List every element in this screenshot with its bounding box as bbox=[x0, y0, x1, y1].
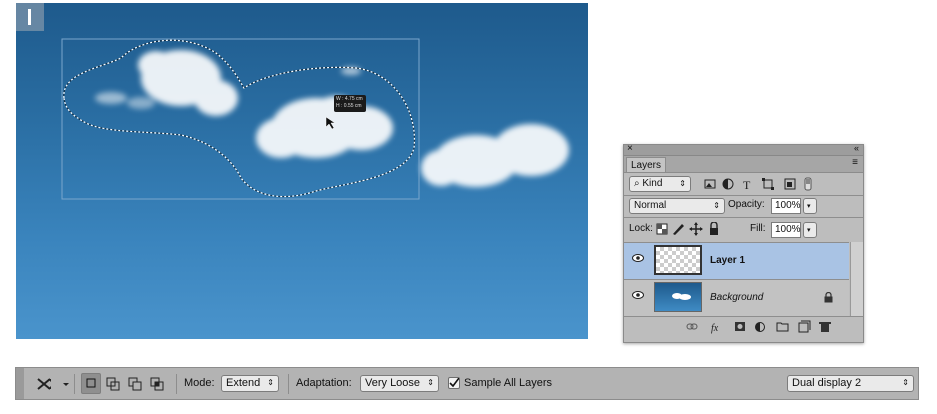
filter-kind-label: Kind bbox=[642, 178, 663, 189]
separator bbox=[176, 374, 177, 394]
subtract-from-selection-icon[interactable] bbox=[128, 377, 142, 391]
blend-mode-select[interactable]: Normal ⇕ bbox=[629, 198, 725, 214]
sky-photo bbox=[61, 38, 569, 200]
layer-row-background[interactable]: Background bbox=[624, 279, 849, 316]
separator bbox=[288, 374, 289, 394]
trash-icon[interactable] bbox=[819, 322, 831, 332]
chevron-down-icon: ▾ bbox=[807, 203, 811, 210]
checkmark-icon bbox=[449, 378, 459, 388]
adaptation-select[interactable]: Very Loose ⇕ bbox=[360, 375, 439, 392]
sample-all-layers-checkbox[interactable] bbox=[448, 377, 460, 389]
content-aware-move-tool-icon[interactable] bbox=[36, 376, 72, 392]
layer-thumbnail-transparent bbox=[654, 245, 702, 275]
mode-value: Extend bbox=[226, 377, 261, 389]
visibility-eye-icon[interactable] bbox=[628, 254, 648, 265]
layers-panel: × « Layers ≡ ⌕ Kind ⇕ T Normal ⇕ Opacity… bbox=[623, 143, 864, 343]
new-layer-icon[interactable] bbox=[798, 320, 811, 333]
link-layers-icon[interactable] bbox=[686, 323, 698, 330]
filter-kind-select[interactable]: ⌕ Kind ⇕ bbox=[629, 176, 691, 192]
visibility-eye-icon[interactable] bbox=[628, 291, 648, 302]
tool-options-bar: Mode: Extend ⇕ Adaptation: Very Loose ⇕ … bbox=[15, 367, 919, 400]
new-selection-button[interactable] bbox=[81, 373, 101, 394]
lock-all-icon[interactable] bbox=[710, 222, 718, 235]
readout-height: H : 0.55 cm bbox=[336, 103, 362, 109]
layer-thumbnail-sky bbox=[654, 282, 702, 312]
add-mask-icon[interactable] bbox=[735, 322, 745, 331]
opacity-slider-toggle[interactable]: ▾ bbox=[803, 198, 817, 214]
mode-label: Mode: bbox=[184, 377, 215, 389]
shape-filter-icon[interactable] bbox=[762, 178, 774, 190]
divider bbox=[624, 316, 863, 317]
opacity-label: Opacity: bbox=[728, 199, 765, 210]
size-readout-tooltip: W : 4.75 cm H : 0.55 cm bbox=[334, 95, 366, 112]
select-arrow-icon: ⇕ bbox=[267, 378, 274, 387]
divider bbox=[624, 195, 863, 196]
adjustment-filter-icon[interactable] bbox=[722, 178, 734, 190]
svg-text:fx: fx bbox=[711, 323, 719, 334]
select-arrow-icon: ⇕ bbox=[427, 378, 434, 387]
svg-text:T: T bbox=[743, 178, 751, 192]
fill-slider-toggle[interactable]: ▾ bbox=[803, 222, 817, 238]
readout-width: W : 4.75 cm bbox=[336, 96, 363, 102]
divider bbox=[624, 217, 863, 218]
panel-footer-icons: fx bbox=[686, 320, 831, 334]
collapse-icon[interactable]: « bbox=[854, 143, 859, 153]
smart-object-filter-icon[interactable] bbox=[784, 178, 796, 190]
fx-icon[interactable]: fx bbox=[711, 323, 719, 334]
lock-icon bbox=[824, 292, 833, 303]
type-filter-icon[interactable]: T bbox=[743, 178, 751, 192]
new-group-icon[interactable] bbox=[776, 322, 789, 332]
adaptation-label: Adaptation: bbox=[296, 377, 352, 389]
opacity-field[interactable]: 100% bbox=[771, 198, 801, 214]
workspace-select[interactable]: Dual display 2 ⇕ bbox=[787, 375, 914, 392]
selection-mode-buttons bbox=[106, 377, 164, 391]
layer-row-layer-1[interactable]: Layer 1 bbox=[624, 242, 849, 279]
mode-select[interactable]: Extend ⇕ bbox=[221, 375, 279, 392]
adjustment-layer-icon[interactable] bbox=[755, 322, 765, 332]
lock-position-icon[interactable] bbox=[689, 222, 703, 236]
add-to-selection-icon[interactable] bbox=[106, 377, 120, 391]
image-canvas[interactable]: W : 4.75 cm H : 0.55 cm bbox=[16, 3, 588, 339]
lock-icons bbox=[656, 222, 718, 236]
select-arrow-icon: ⇕ bbox=[902, 378, 909, 387]
image-filter-icon[interactable] bbox=[704, 179, 716, 189]
clouds bbox=[95, 50, 569, 187]
tool-marker bbox=[16, 3, 44, 31]
layer-name[interactable]: Background bbox=[710, 292, 763, 303]
lock-image-pixels-icon[interactable] bbox=[673, 224, 684, 235]
options-bar-grip[interactable] bbox=[16, 368, 24, 399]
tool-preset-dropdown-icon[interactable] bbox=[63, 383, 69, 386]
workspace-value: Dual display 2 bbox=[792, 377, 862, 389]
search-icon: ⌕ bbox=[634, 178, 640, 189]
filter-toggle-icon[interactable] bbox=[804, 177, 812, 191]
lock-transparent-pixels-icon[interactable] bbox=[656, 223, 668, 235]
panel-titlebar[interactable]: × « bbox=[624, 143, 863, 156]
blend-mode-value: Normal bbox=[634, 200, 667, 211]
sample-all-layers-label[interactable]: Sample All Layers bbox=[464, 377, 552, 389]
select-arrow-icon: ⇕ bbox=[713, 201, 720, 210]
adaptation-value: Very Loose bbox=[365, 377, 421, 389]
tab-layers[interactable]: Layers bbox=[626, 157, 666, 172]
intersect-selection-icon[interactable] bbox=[150, 377, 164, 391]
chevron-down-icon: ▾ bbox=[807, 227, 811, 234]
filter-icons: T bbox=[701, 176, 851, 192]
close-icon[interactable]: × bbox=[627, 143, 633, 154]
panel-tab-row: Layers ≡ bbox=[624, 156, 863, 173]
panel-menu-icon[interactable]: ≡ bbox=[852, 157, 858, 168]
fill-label: Fill: bbox=[750, 223, 766, 234]
fill-field[interactable]: 100% bbox=[771, 222, 801, 238]
layer-name[interactable]: Layer 1 bbox=[710, 255, 745, 266]
select-arrow-icon: ⇕ bbox=[679, 179, 686, 188]
lock-label: Lock: bbox=[629, 223, 653, 234]
layers-scrollbar[interactable] bbox=[850, 242, 863, 316]
separator bbox=[74, 374, 75, 394]
